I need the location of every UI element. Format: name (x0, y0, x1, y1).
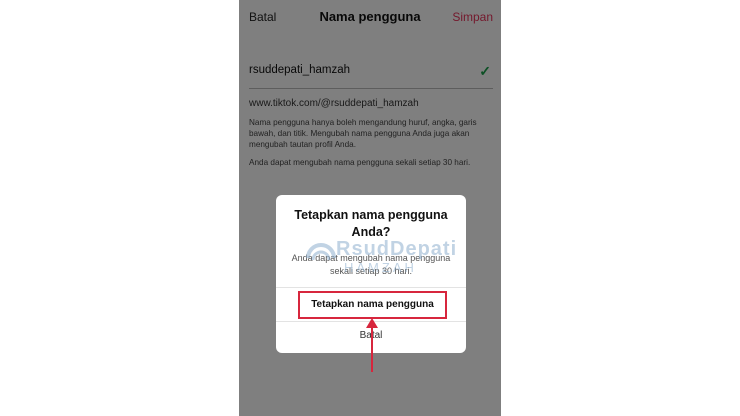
divider (276, 287, 466, 288)
watermark-swirl-icon (306, 243, 336, 261)
watermark-text: RsudDepati (336, 238, 458, 260)
watermark-subtext: HAMZAH (344, 260, 417, 275)
confirm-username-button[interactable]: Tetapkan nama pengguna (298, 291, 447, 319)
watermark-logo: RsudDepati HAMZAH (304, 238, 456, 277)
pointer-arrow-icon (366, 318, 378, 372)
dialog-title: Tetapkan nama pengguna Anda? (294, 208, 448, 239)
